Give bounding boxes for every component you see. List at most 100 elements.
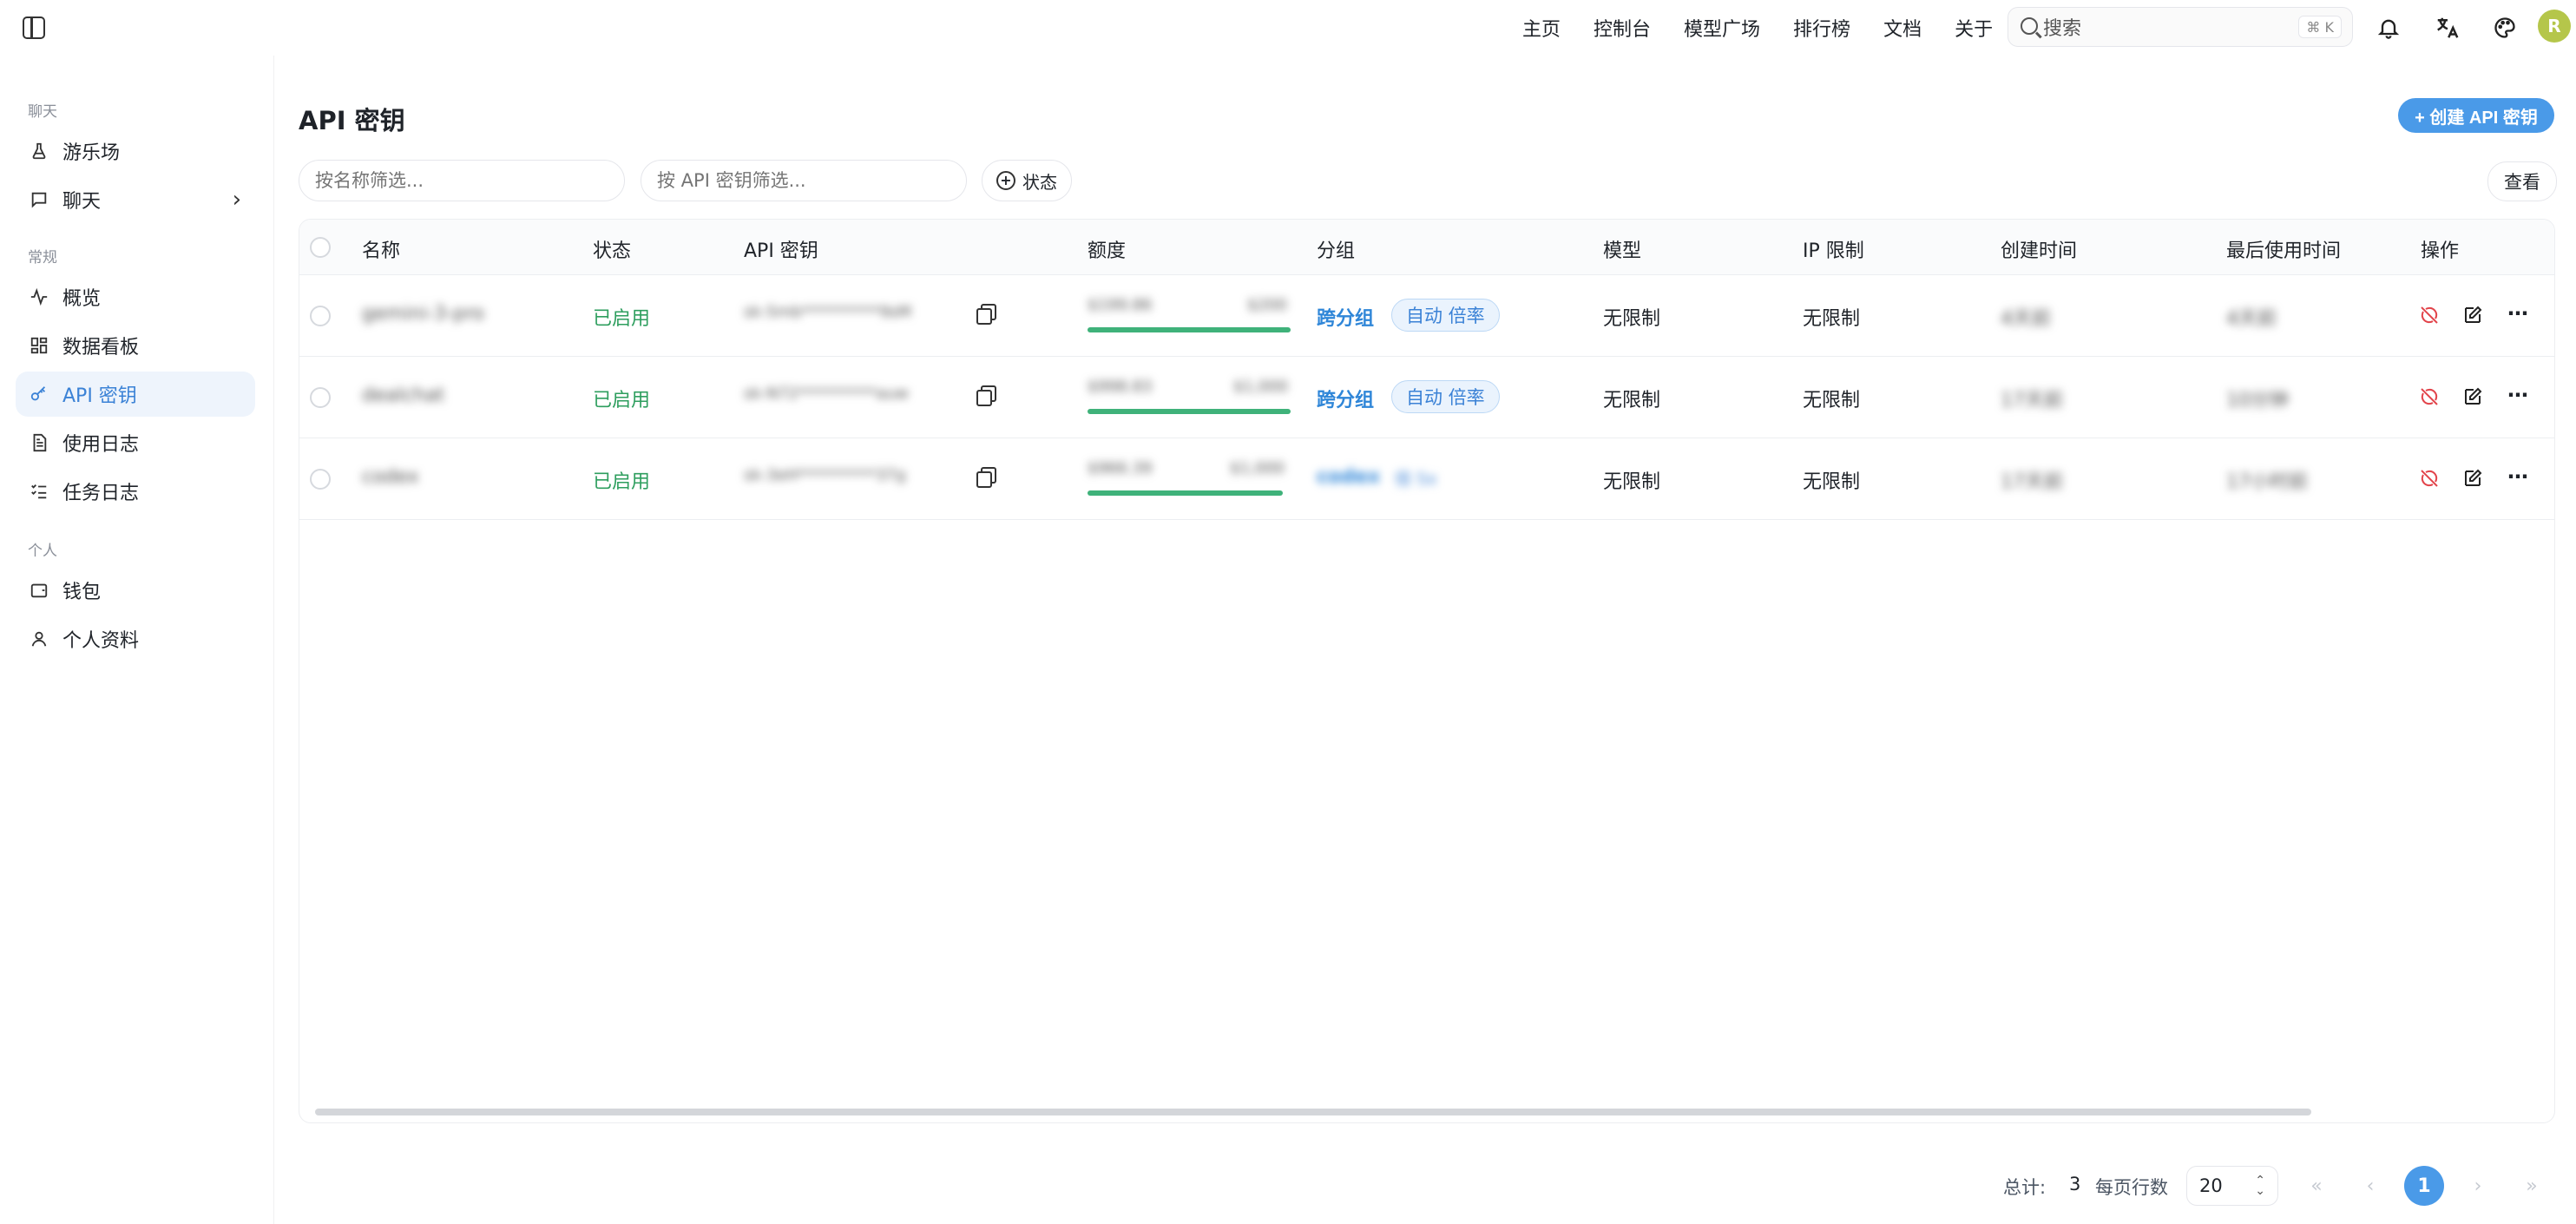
status-badge: 已启用 (593, 308, 651, 330)
table-row: codex 已启用 sk-3eH**********37g $966.39 $1… (299, 438, 2554, 520)
api-keys-table: 名称 状态 API 密钥 额度 分组 模型 IP 限制 创建时间 最后使用时间 … (299, 219, 2555, 1123)
sidebar-item-profile[interactable]: 个人资料 (16, 616, 255, 661)
sidebar-toggle-icon[interactable] (23, 16, 45, 39)
column-created: 创建时间 (2001, 240, 2078, 262)
more-icon[interactable]: ⋯ (2504, 381, 2532, 409)
column-ip: IP 限制 (1803, 240, 1864, 262)
column-name: 名称 (362, 240, 401, 262)
sidebar-item-label: 使用日志 (62, 434, 140, 456)
bell-icon[interactable] (2373, 12, 2404, 43)
nav-model-plaza[interactable]: 模型广场 (1684, 14, 1760, 42)
status-filter-button[interactable]: + 状态 (982, 160, 1072, 201)
page-button-current[interactable]: 1 (2404, 1166, 2444, 1206)
plus-circle-icon: + (996, 171, 1015, 190)
palette-icon[interactable] (2489, 12, 2520, 43)
total-label: 总计: (2003, 1177, 2047, 1198)
nav-leaderboard[interactable]: 排行榜 (1793, 14, 1850, 42)
chevron-right-icon: › (232, 187, 241, 213)
created-time: 17天前 (2001, 471, 2063, 493)
table-row: gemini-3-pro 已启用 sk-5mb**********9sM $19… (299, 275, 2554, 357)
sidebar-item-dashboard[interactable]: 数据看板 (16, 323, 255, 368)
quota-used: $998.83 (1088, 378, 1153, 396)
per-page-value: 20 (2199, 1175, 2223, 1196)
row-checkbox[interactable] (310, 306, 331, 326)
flask-icon (28, 140, 50, 162)
next-page-icon[interactable]: › (2458, 1166, 2498, 1206)
group-tag: 自动 倍率 (1391, 299, 1500, 332)
search-input[interactable]: 搜索 ⌘ K (2008, 7, 2353, 47)
key-name: dealchat (362, 385, 445, 406)
group-tag: 自动 倍率 (1391, 380, 1500, 413)
copy-icon[interactable] (976, 304, 996, 325)
prev-page-icon[interactable]: ‹ (2350, 1166, 2390, 1206)
edit-icon[interactable] (2459, 383, 2487, 411)
horizontal-scrollbar[interactable] (315, 1109, 2311, 1115)
nav-docs[interactable]: 文档 (1883, 14, 1922, 42)
column-status: 状态 (593, 240, 632, 262)
sidebar-item-task-logs[interactable]: 任务日志 (16, 469, 255, 514)
copy-icon[interactable] (976, 385, 996, 406)
more-icon[interactable]: ⋯ (2504, 463, 2532, 490)
created-time: 4天前 (2001, 308, 2051, 330)
select-all-checkbox[interactable] (310, 237, 331, 258)
translate-icon[interactable] (2432, 12, 2463, 43)
row-checkbox[interactable] (310, 387, 331, 408)
api-key-value: sk-N72**********auw (744, 385, 909, 403)
quota-progress-bar (1088, 409, 1291, 414)
last-used-time: 4天前 (2226, 308, 2277, 330)
sidebar-item-label: 个人资料 (62, 630, 140, 652)
sidebar-item-api-keys[interactable]: API 密钥 (16, 372, 255, 417)
name-filter-input[interactable] (299, 160, 625, 201)
first-page-icon[interactable]: « (2297, 1166, 2336, 1206)
top-bar: 主页 控制台 模型广场 排行榜 文档 关于 搜索 ⌘ K R (0, 0, 2576, 56)
ip-limit: 无限制 (1803, 308, 1861, 330)
disable-icon[interactable] (2415, 301, 2443, 329)
total-count: 3 (2069, 1174, 2081, 1194)
top-nav: 主页 控制台 模型广场 排行榜 文档 关于 (1522, 0, 2026, 56)
row-checkbox[interactable] (310, 469, 331, 490)
quota-progress-bar (1088, 327, 1291, 332)
edit-icon[interactable] (2459, 301, 2487, 329)
sidebar-item-overview[interactable]: 概览 (16, 274, 255, 319)
sidebar-item-chat[interactable]: 聊天 › (16, 177, 255, 222)
column-model: 模型 (1603, 240, 1642, 262)
view-button[interactable]: 查看 (2487, 161, 2557, 201)
nav-about[interactable]: 关于 (1955, 14, 1993, 42)
disable-icon[interactable] (2415, 464, 2443, 492)
sidebar-item-usage-logs[interactable]: 使用日志 (16, 420, 255, 465)
avatar[interactable]: R (2538, 10, 2571, 43)
nav-home[interactable]: 主页 (1522, 14, 1561, 42)
sidebar-item-wallet[interactable]: 钱包 (16, 568, 255, 613)
chat-icon (28, 188, 50, 211)
column-quota: 额度 (1088, 240, 1127, 262)
group-link[interactable]: 跨分组 (1317, 385, 1374, 412)
copy-icon[interactable] (976, 467, 996, 488)
api-key-value: sk-5mb**********9sM (744, 303, 912, 321)
group-link[interactable]: codex (1317, 466, 1380, 488)
more-icon[interactable]: ⋯ (2504, 299, 2532, 327)
column-group: 分组 (1317, 240, 1356, 262)
sidebar-item-label: 数据看板 (62, 337, 140, 359)
last-page-icon[interactable]: » (2512, 1166, 2552, 1206)
sidebar-item-label: 任务日志 (62, 483, 140, 504)
group-link[interactable]: 跨分组 (1317, 303, 1374, 331)
quota-total: $1,000 (1233, 378, 1288, 396)
nav-console[interactable]: 控制台 (1594, 14, 1651, 42)
user-icon (28, 628, 50, 650)
table-header: 名称 状态 API 密钥 额度 分组 模型 IP 限制 创建时间 最后使用时间 … (299, 220, 2554, 275)
disable-icon[interactable] (2415, 383, 2443, 411)
edit-icon[interactable] (2459, 464, 2487, 492)
status-badge: 已启用 (593, 471, 651, 493)
sidebar-section-general: 常规 (28, 249, 57, 267)
last-used-time: 17小时前 (2226, 471, 2308, 493)
model-limit: 无限制 (1603, 471, 1661, 493)
sidebar-item-label: API 密钥 (62, 385, 137, 407)
sidebar-section-chat: 聊天 (28, 103, 57, 121)
checklist-icon (28, 480, 50, 503)
key-filter-input[interactable] (641, 160, 967, 201)
create-api-key-button[interactable]: + 创建 API 密钥 (2398, 98, 2554, 133)
group-tag: 倍 5x (1395, 470, 1437, 489)
created-time: 17天前 (2001, 390, 2063, 411)
per-page-select[interactable]: 20 ⌃ ⌄ (2186, 1166, 2278, 1206)
sidebar-item-playground[interactable]: 游乐场 (16, 128, 255, 174)
